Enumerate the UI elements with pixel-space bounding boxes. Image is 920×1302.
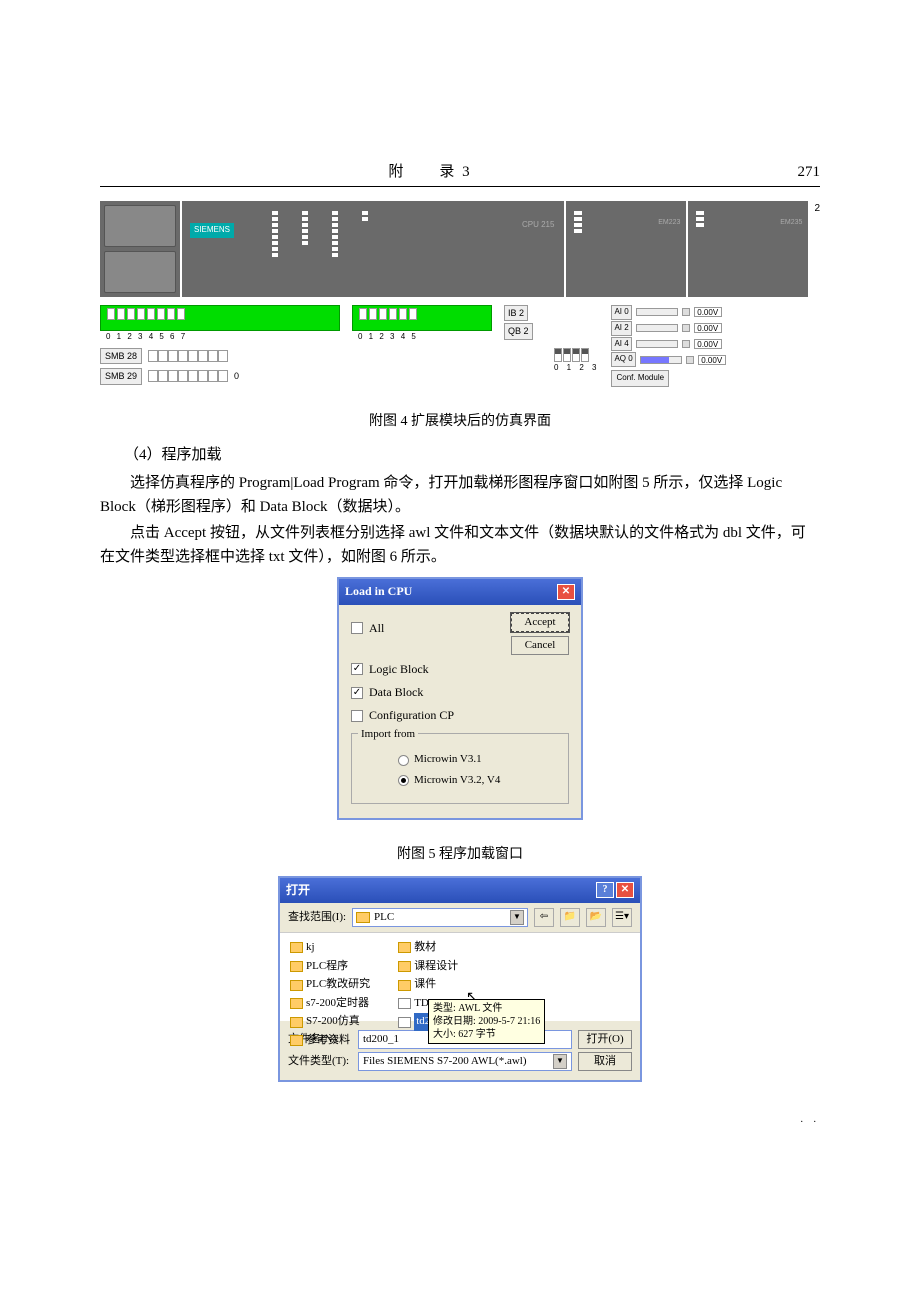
help-icon[interactable]: ? [596, 882, 614, 898]
page-number: 271 [760, 160, 820, 184]
file-dialog-title: 打开 [286, 881, 310, 900]
smb29-label: SMB 29 [100, 368, 142, 384]
lookin-combo[interactable]: PLC ▼ [352, 908, 528, 927]
paragraph-2: 点击 Accept 按钮，从文件列表框分别选择 awl 文件和文本文件（数据块默… [100, 521, 820, 569]
figure5-caption: 附图 5 程序加载窗口 [100, 844, 820, 866]
radio-v31[interactable] [398, 755, 409, 766]
file-list[interactable]: kj PLC程序 PLC教改研究 s7-200定时器 S7-200仿真 参考资料… [280, 933, 640, 1021]
close-icon[interactable]: ✕ [616, 882, 634, 898]
plc-cpu-panel: SIEMENS CPU 215 [182, 201, 564, 297]
filetype-combo[interactable]: Files SIEMENS S7-200 AWL(*.awl) ▼ [358, 1052, 572, 1071]
lookin-label: 查找范围(I): [288, 909, 346, 927]
page-header: 附 录 3 271 [100, 160, 820, 187]
folder-icon [356, 912, 370, 923]
load-in-cpu-dialog: Load in CPU ✕ Accept Cancel All ✓Logic B… [337, 577, 583, 819]
conf-module-button[interactable]: Conf. Module [611, 370, 669, 387]
cancel-button[interactable]: Cancel [511, 636, 569, 655]
smb28-label: SMB 28 [100, 348, 142, 364]
accept-button[interactable]: Accept [511, 613, 569, 632]
checkbox-logic[interactable]: ✓ [351, 663, 363, 675]
plc-ports [100, 201, 180, 297]
siemens-logo: SIEMENS [190, 223, 234, 238]
io-block-analog: AI 00.00V AI 20.00V AI 40.00V AQ 00.00V … [611, 305, 725, 387]
module-index: 2 [814, 201, 820, 217]
filetype-label: 文件类型(T): [288, 1053, 352, 1071]
io-block-left: 0 1 2 3 4 5 6 7 0 1 2 3 4 5 SMB 28 SMB 2… [100, 305, 492, 387]
figure4-caption: 附图 4 扩展模块后的仿真界面 [100, 411, 820, 433]
checkbox-conf[interactable] [351, 710, 363, 722]
chevron-down-icon[interactable]: ▼ [510, 910, 524, 925]
smb29-value: 0 [234, 369, 239, 383]
paragraph-1: 选择仿真程序的 Program|Load Program 命令，打开加载梯形图程… [100, 471, 820, 519]
page-dots: . . [100, 1112, 820, 1128]
file-tooltip: 类型: AWL 文件 修改日期: 2009-5-7 21:16 大小: 627 … [428, 999, 545, 1044]
file-open-dialog: 打开 ? ✕ 查找范围(I): PLC ▼ ⇦ 📁 📂 ☰▾ kj PLC程序 … [278, 876, 642, 1082]
back-button[interactable]: ⇦ [534, 908, 554, 927]
new-folder-button[interactable]: 📂 [586, 908, 606, 927]
cpu-label: CPU 215 [522, 219, 554, 232]
radio-v32-v4[interactable] [398, 775, 409, 786]
module-em235: EM235 [688, 201, 808, 297]
section-4-head: （4）程序加载 [124, 443, 820, 467]
dialog-title: Load in CPU [345, 582, 412, 601]
io-block-mid: IB 2 QB 2 0 1 2 3 [504, 305, 599, 387]
import-from-label: Import from [358, 726, 418, 744]
plc-simulator-figure: SIEMENS CPU 215 EM223 EM235 2 [100, 201, 820, 387]
close-icon[interactable]: ✕ [557, 584, 575, 600]
checkbox-all[interactable] [351, 622, 363, 634]
cancel-button[interactable]: 取消 [578, 1052, 632, 1071]
open-button[interactable]: 打开(O) [578, 1030, 632, 1049]
up-button[interactable]: 📁 [560, 908, 580, 927]
checkbox-data[interactable]: ✓ [351, 687, 363, 699]
module-em223: EM223 [566, 201, 686, 297]
chevron-down-icon[interactable]: ▼ [553, 1054, 567, 1069]
view-button[interactable]: ☰▾ [612, 908, 632, 927]
header-title: 附 录 3 [100, 160, 760, 184]
